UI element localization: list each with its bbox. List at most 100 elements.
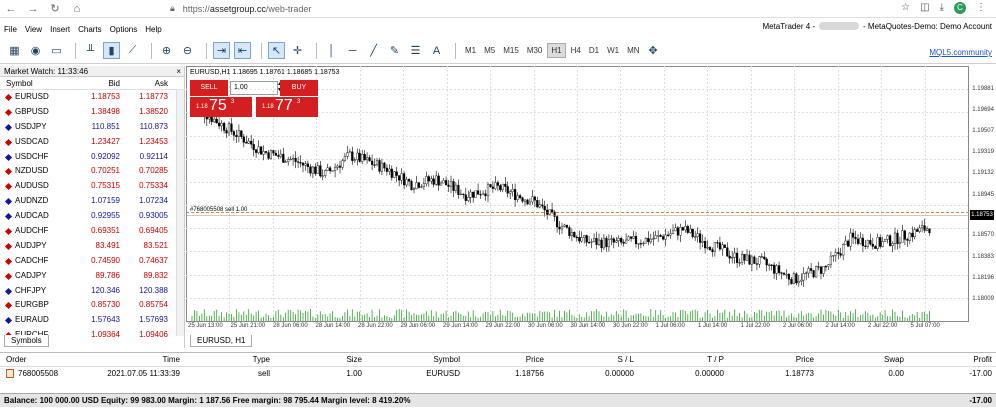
- trendline-icon[interactable]: ╱: [365, 42, 382, 59]
- timeframe-w1[interactable]: W1: [604, 44, 622, 57]
- candle-body: [701, 240, 704, 243]
- menu-charts[interactable]: Charts: [74, 25, 106, 34]
- list-item[interactable]: EURUSD 1.18753 1.18773: [0, 90, 184, 105]
- tab-eurusd-h1[interactable]: EURUSD, H1: [190, 335, 253, 347]
- chart-area[interactable]: EURUSD,H1 1.18695 1.18761 1.18685 1.1875…: [186, 66, 996, 348]
- menu-options[interactable]: Options: [106, 25, 142, 34]
- candle-body: [787, 274, 790, 280]
- text-icon[interactable]: A: [428, 42, 445, 59]
- list-item[interactable]: CHFJPY 120.346 120.388: [0, 284, 184, 299]
- column-header[interactable]: Time: [163, 353, 180, 367]
- avatar[interactable]: C: [954, 2, 966, 14]
- new-chart-icon[interactable]: ▦: [6, 42, 23, 59]
- list-item[interactable]: EURAUD 1.57643 1.57693: [0, 313, 184, 328]
- timeframe-d1[interactable]: D1: [586, 44, 602, 57]
- column-header[interactable]: Order: [6, 353, 26, 367]
- timeframe-m5[interactable]: M5: [481, 44, 498, 57]
- list-item[interactable]: AUDNZD 1.07159 1.07234: [0, 194, 184, 209]
- list-item[interactable]: CADCHF 0.74590 0.74637: [0, 254, 184, 269]
- timeframe-m30[interactable]: M30: [524, 44, 546, 57]
- mql5-community-link[interactable]: MQL5.community: [929, 48, 992, 57]
- market-watch-icon[interactable]: ▭: [48, 42, 65, 59]
- list-item[interactable]: NZDUSD 0.70251 0.70285: [0, 164, 184, 179]
- close-icon[interactable]: ×: [176, 66, 181, 77]
- cursor-icon[interactable]: ↖: [268, 42, 285, 59]
- list-item[interactable]: AUDJPY 83.491 83.521: [0, 239, 184, 254]
- download-icon[interactable]: ⤓: [940, 2, 944, 14]
- candlestick-chart-icon[interactable]: ▮: [103, 42, 120, 59]
- back-icon[interactable]: ←: [0, 3, 22, 15]
- list-item[interactable]: USDJPY 110.851 110.873: [0, 120, 184, 135]
- column-header[interactable]: Price: [526, 353, 544, 367]
- buy-button[interactable]: BUY: [280, 80, 318, 96]
- header-symbol[interactable]: Symbol: [0, 77, 68, 89]
- fibonacci-icon[interactable]: ☰: [407, 42, 424, 59]
- menu-icon[interactable]: ⋮: [976, 2, 986, 14]
- auto-scroll-icon[interactable]: ⇥: [213, 42, 230, 59]
- list-item[interactable]: CADJPY 89.786 89.832: [0, 269, 184, 284]
- symbol-name: AUDNZD: [15, 196, 49, 206]
- candle-body: [338, 165, 342, 168]
- sell-button[interactable]: SELL: [190, 80, 228, 96]
- home-icon[interactable]: ⌂: [66, 3, 88, 15]
- chart-shift-icon[interactable]: ⇤: [234, 42, 251, 59]
- vertical-line-icon[interactable]: │: [323, 42, 340, 59]
- crosshair-icon[interactable]: ✛: [289, 42, 306, 59]
- list-item[interactable]: AUDUSD 0.75315 0.75334: [0, 179, 184, 194]
- list-item[interactable]: AUDCHF 0.69351 0.69405: [0, 224, 184, 239]
- column-header[interactable]: S / L: [618, 353, 634, 367]
- header-bid[interactable]: Bid: [68, 77, 120, 89]
- line-chart-icon[interactable]: ⟋: [124, 42, 141, 59]
- address-bar[interactable]: 🔒︎ https://assetgroup.cc/web-trader: [170, 1, 850, 16]
- candle-body: [745, 254, 749, 261]
- candle-body: [928, 228, 931, 233]
- horizontal-line-icon[interactable]: ─: [344, 42, 361, 59]
- column-header[interactable]: Profit: [973, 353, 992, 367]
- one-click-trading: SELL 1.00 ▲▼ BUY 1.18 75 3 1.18 77 3: [190, 80, 318, 118]
- candle-body: [427, 176, 430, 182]
- zoom-in-icon[interactable]: ⊕: [158, 42, 175, 59]
- timeframe-h1[interactable]: H1: [547, 43, 566, 58]
- timeframe-h4[interactable]: H4: [568, 44, 584, 57]
- bar-chart-icon[interactable]: ╨: [82, 42, 99, 59]
- column-header[interactable]: Symbol: [433, 353, 460, 367]
- table-row[interactable]: 768005508 2021.07.05 11:33:39 sell 1.00 EURU…: [0, 367, 996, 381]
- timeframe-mn[interactable]: MN: [624, 44, 642, 57]
- column-header[interactable]: Size: [346, 353, 362, 367]
- menu-file[interactable]: File: [0, 25, 21, 34]
- list-item[interactable]: AUDCAD 0.92955 0.93005: [0, 209, 184, 224]
- header-ask[interactable]: Ask: [120, 77, 168, 89]
- list-item[interactable]: GBPUSD 1.38498 1.38520: [0, 105, 184, 120]
- list-item[interactable]: USDCAD 1.23427 1.23453: [0, 135, 184, 150]
- list-item[interactable]: EURGBP 0.85730 0.85754: [0, 298, 184, 313]
- menu-view[interactable]: View: [21, 25, 46, 34]
- tab-symbols[interactable]: Symbols: [4, 335, 49, 347]
- candle-body: [541, 204, 544, 207]
- list-item[interactable]: USDCHF 0.92092 0.92114: [0, 150, 184, 165]
- text-label-icon[interactable]: ✎: [386, 42, 403, 59]
- zoom-out-icon[interactable]: ⊖: [179, 42, 196, 59]
- bookmark-star-icon[interactable]: ☆: [901, 2, 910, 14]
- layout-icon[interactable]: ✥: [645, 42, 662, 59]
- reload-icon[interactable]: ↻: [44, 2, 66, 15]
- ask-cell: 1.23453: [139, 136, 168, 146]
- column-header[interactable]: Type: [253, 353, 270, 367]
- buy-price[interactable]: 1.18 77 3: [256, 97, 318, 117]
- menu-help[interactable]: Help: [141, 25, 165, 34]
- ask-cell: 110.873: [139, 121, 168, 131]
- timeframe-m1[interactable]: M1: [462, 44, 479, 57]
- timeframe-m15[interactable]: M15: [500, 44, 522, 57]
- scrollbar[interactable]: [176, 90, 184, 336]
- candle-body: [294, 157, 297, 162]
- column-header[interactable]: Price: [796, 353, 814, 367]
- menu-insert[interactable]: Insert: [46, 25, 74, 34]
- pocket-icon[interactable]: ◫: [920, 2, 929, 14]
- lot-size-input[interactable]: 1.00: [230, 81, 278, 95]
- candle-body: [417, 182, 420, 188]
- column-header[interactable]: T / P: [707, 353, 724, 367]
- candle-body: [605, 237, 608, 248]
- forward-icon[interactable]: →: [22, 3, 44, 15]
- column-header[interactable]: Swap: [884, 353, 904, 367]
- sell-price[interactable]: 1.18 75 3: [190, 97, 252, 117]
- profiles-icon[interactable]: ◉: [27, 42, 44, 59]
